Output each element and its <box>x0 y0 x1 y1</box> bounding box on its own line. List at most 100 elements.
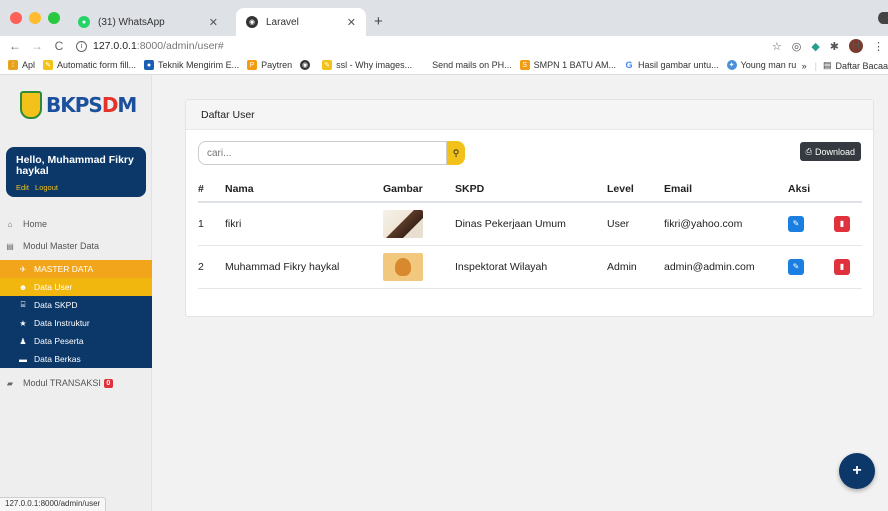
new-tab-button[interactable]: + <box>374 13 383 30</box>
sidebar-item-data-instruktur[interactable]: ★ Data Instruktur <box>0 314 152 332</box>
delete-button[interactable]: ▮ <box>834 215 850 232</box>
user-links: Edit Logout <box>16 183 136 192</box>
bookmarks-overflow: » | ▤ Daftar Bacaa <box>795 56 888 74</box>
cell-email: admin@admin.com <box>664 245 788 289</box>
back-icon[interactable]: ← <box>8 39 22 53</box>
url-field[interactable]: i 127.0.0.1:8000/admin/user# <box>76 40 224 52</box>
extensions-puzzle-icon[interactable]: ✱ <box>830 40 839 53</box>
sidebar-item-master-data[interactable]: ✈ MASTER DATA <box>0 260 152 278</box>
bookmark-label: Send mails on PH... <box>432 60 512 70</box>
rocket-icon: ✈ <box>19 264 27 274</box>
bookmark-paytren[interactable]: P Paytren <box>247 60 292 70</box>
search-input[interactable] <box>198 141 447 165</box>
bookmark-hasil-gambar[interactable]: G Hasil gambar untu... <box>624 60 719 70</box>
column-header: Aksi <box>788 176 862 203</box>
bookmark-label: SMPN 1 BATU AM... <box>533 60 617 70</box>
bookmark-send-mails[interactable]: Send mails on PH... <box>432 60 512 70</box>
search-button[interactable]: ⚲ <box>447 141 465 165</box>
bookmark-star-icon[interactable]: ☆ <box>772 40 782 53</box>
bookmark-label: Teknik Mengirim E... <box>158 60 240 70</box>
apps-icon: ⁞ <box>8 60 18 70</box>
sidebar: BKPSDM Hello, Muhammad Fikry haykal Edit… <box>0 75 152 511</box>
extension-drive-icon[interactable]: ◆ <box>811 40 819 53</box>
edit-icon: ✎ <box>792 262 800 271</box>
tab-whatsapp[interactable]: ● (31) WhatsApp ✕ <box>68 8 228 36</box>
close-tab-icon[interactable]: ✕ <box>209 16 218 29</box>
bookmark-teknik[interactable]: ● Teknik Mengirim E... <box>144 60 239 70</box>
sidebar-menu: ⌂ Home ▤ Modul Master Data ✈ MASTER DATA… <box>0 213 152 394</box>
download-button[interactable]: ⎙ Download <box>799 142 861 161</box>
user-photo <box>383 252 423 281</box>
edit-profile-link[interactable]: Edit <box>16 183 29 192</box>
bookmark-icon: ● <box>144 60 155 70</box>
minimize-window-button[interactable] <box>29 12 41 24</box>
star-icon: ★ <box>19 318 27 328</box>
bookmark-ssl[interactable]: ✎ ssl - Why images... <box>322 60 412 70</box>
column-header: Email <box>664 176 788 203</box>
globe-icon: ◉ <box>300 60 311 70</box>
maximize-window-button[interactable] <box>48 12 60 24</box>
list-icon: ▤ <box>6 241 14 251</box>
paytren-icon: P <box>247 60 258 70</box>
cell-no: 2 <box>198 245 225 289</box>
sidebar-item-modul-transaksi[interactable]: ▰ Modul TRANSAKSI 0 <box>0 372 152 394</box>
toolbar-icons: ☆ ◎ ◆ ✱ H ⋮ <box>772 39 884 53</box>
sidebar-item-modul-master[interactable]: ▤ Modul Master Data <box>0 235 152 257</box>
sidebar-item-data-berkas[interactable]: ▬ Data Berkas <box>0 350 152 368</box>
sidebar-item-label: Data Berkas <box>34 354 81 364</box>
reload-icon[interactable]: C <box>52 39 66 53</box>
table-row: 2 Muhammad Fikry haykal Inspektorat Wila… <box>198 245 862 289</box>
close-tab-icon[interactable]: ✕ <box>347 16 356 29</box>
column-header: # <box>198 176 225 203</box>
bookmark-apl[interactable]: ⁞ Apl <box>8 60 35 70</box>
column-header: SKPD <box>455 176 607 203</box>
cell-aksi: ✎ ▮ <box>788 245 862 289</box>
sidebar-item-data-skpd[interactable]: ⌸ Data SKPD <box>0 296 152 314</box>
cell-nama: Muhammad Fikry haykal <box>225 245 383 289</box>
book-icon: ▰ <box>6 378 14 388</box>
url-path: :8000/admin/user# <box>136 40 224 52</box>
google-icon: G <box>624 60 635 70</box>
sidebar-item-home[interactable]: ⌂ Home <box>0 213 152 235</box>
close-window-button[interactable] <box>10 12 22 24</box>
logo-text: BKPSDM <box>46 93 137 117</box>
edit-button[interactable]: ✎ <box>788 215 804 232</box>
sidebar-item-label: Data Peserta <box>34 336 84 346</box>
tab-title: (31) WhatsApp <box>98 16 165 28</box>
home-icon: ⌂ <box>7 219 13 229</box>
bookmarks-more-button[interactable]: » <box>802 61 807 71</box>
extension-globe-icon[interactable]: ◎ <box>792 40 802 53</box>
bookmark-globe[interactable]: ◉ <box>300 60 314 70</box>
sidebar-item-data-user[interactable]: ☻ Data User <box>0 278 152 296</box>
sidebar-item-label: Data User <box>34 282 73 292</box>
globe-icon: ◉ <box>246 16 258 28</box>
cell-level: Admin <box>607 245 664 289</box>
sidebar-item-data-peserta[interactable]: ♟ Data Peserta <box>0 332 152 350</box>
delete-button[interactable]: ▮ <box>834 258 850 275</box>
browser-menu-icon[interactable]: ⋮ <box>873 40 884 53</box>
cell-skpd: Dinas Pekerjaan Umum <box>455 202 607 246</box>
sidebar-item-label: Modul Master Data <box>23 241 100 251</box>
profile-avatar[interactable]: H <box>849 39 863 53</box>
runner-icon: ✦ <box>726 60 737 70</box>
bookmark-smpn[interactable]: S SMPN 1 BATU AM... <box>519 60 617 70</box>
edit-button[interactable]: ✎ <box>788 258 804 275</box>
bookmark-label: Apl <box>22 60 36 70</box>
column-header: Level <box>607 176 664 203</box>
site-info-icon[interactable]: i <box>76 40 87 52</box>
reading-list-button[interactable]: Daftar Bacaa <box>835 61 888 71</box>
cell-no: 1 <box>198 202 225 246</box>
logout-link[interactable]: Logout <box>35 183 58 192</box>
whatsapp-icon: ● <box>78 16 90 28</box>
tab-search-icon[interactable] <box>878 12 888 24</box>
user-photo <box>383 209 423 238</box>
user-icon: ♟ <box>19 336 27 346</box>
forward-icon[interactable]: → <box>30 39 44 53</box>
tab-laravel[interactable]: ◉ Laravel ✕ <box>236 8 366 36</box>
status-bar-url: 127.0.0.1:8000/admin/user <box>0 497 107 511</box>
bkpsdm-logo[interactable]: BKPSDM <box>20 85 140 125</box>
bookmark-automatic-form[interactable]: ✎ Automatic form fill... <box>43 60 136 70</box>
add-user-fab-button[interactable]: + <box>839 453 875 489</box>
trash-icon: ▮ <box>839 262 845 271</box>
reading-list-icon: ▤ <box>822 60 832 70</box>
